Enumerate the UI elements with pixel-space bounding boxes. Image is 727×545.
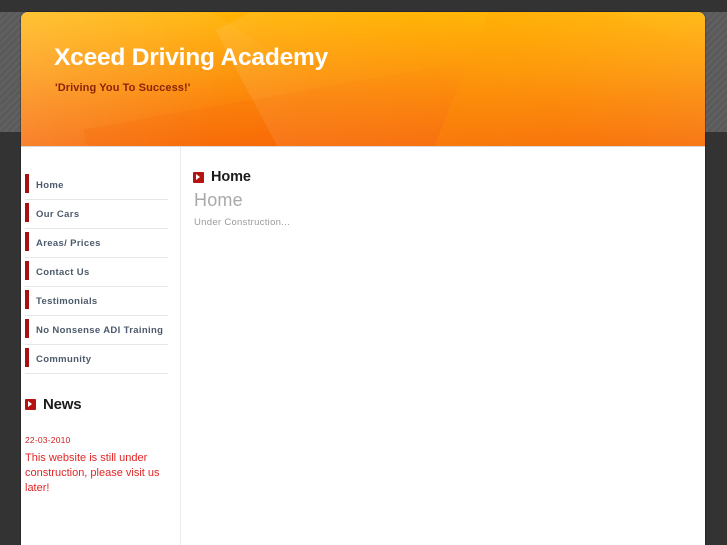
nav-marker-icon	[25, 174, 29, 193]
site-banner: Xceed Driving Academy 'Driving You To Su…	[21, 12, 705, 147]
nav-marker-icon	[25, 232, 29, 251]
sidebar-item-label[interactable]: Areas/ Prices	[36, 238, 101, 249]
sidebar: Home Our Cars Areas/ Prices Contact Us T…	[21, 147, 181, 545]
news-body-text: This website is still under construction…	[25, 452, 160, 494]
news-heading: News	[43, 396, 82, 413]
site-title: Xceed Driving Academy	[54, 44, 329, 71]
news-heading-row: News	[25, 396, 168, 413]
content-title: Home	[194, 190, 243, 210]
sidebar-item-label[interactable]: No Nonsense ADI Training	[36, 325, 163, 336]
nav-marker-icon	[25, 203, 29, 222]
nav-marker-icon	[25, 319, 29, 338]
news-panel: News 22-03-2010 This website is still un…	[21, 374, 180, 496]
sidebar-item-label[interactable]: Our Cars	[36, 209, 79, 220]
sidebar-item-no-nonsense-adi-training[interactable]: No Nonsense ADI Training	[25, 316, 168, 345]
page-heading-row: Home	[193, 169, 685, 185]
nav-marker-icon	[25, 348, 29, 367]
banner-streak-decoration	[215, 12, 587, 146]
sidebar-item-areas-prices[interactable]: Areas/ Prices	[25, 229, 168, 258]
sidebar-item-label[interactable]: Testimonials	[36, 296, 98, 307]
banner-streak-decoration	[21, 12, 323, 146]
sidebar-item-community[interactable]: Community	[25, 345, 168, 374]
sidebar-item-contact-us[interactable]: Contact Us	[25, 258, 168, 287]
sidebar-item-testimonials[interactable]: Testimonials	[25, 287, 168, 316]
content-body-text: Under Construction...	[194, 217, 291, 228]
news-date: 22-03-2010	[25, 435, 71, 445]
nav-marker-icon	[25, 290, 29, 309]
sidebar-item-label[interactable]: Home	[36, 180, 64, 191]
bullet-arrow-icon	[25, 399, 36, 410]
page-title: Home	[211, 169, 251, 185]
nav-marker-icon	[25, 261, 29, 280]
sidebar-item-home[interactable]: Home	[25, 171, 168, 200]
main-content: Home Home Under Construction...	[181, 147, 705, 545]
site-tagline: 'Driving You To Success!'	[55, 82, 191, 94]
site-container: Xceed Driving Academy 'Driving You To Su…	[21, 12, 705, 545]
sidebar-item-our-cars[interactable]: Our Cars	[25, 200, 168, 229]
banner-streak-decoration	[419, 12, 705, 146]
sidebar-item-label[interactable]: Community	[36, 354, 91, 365]
bullet-arrow-icon	[193, 171, 204, 183]
content-wrapper: Home Our Cars Areas/ Prices Contact Us T…	[21, 147, 705, 545]
main-navigation: Home Our Cars Areas/ Prices Contact Us T…	[21, 147, 180, 374]
sidebar-item-label[interactable]: Contact Us	[36, 267, 90, 278]
